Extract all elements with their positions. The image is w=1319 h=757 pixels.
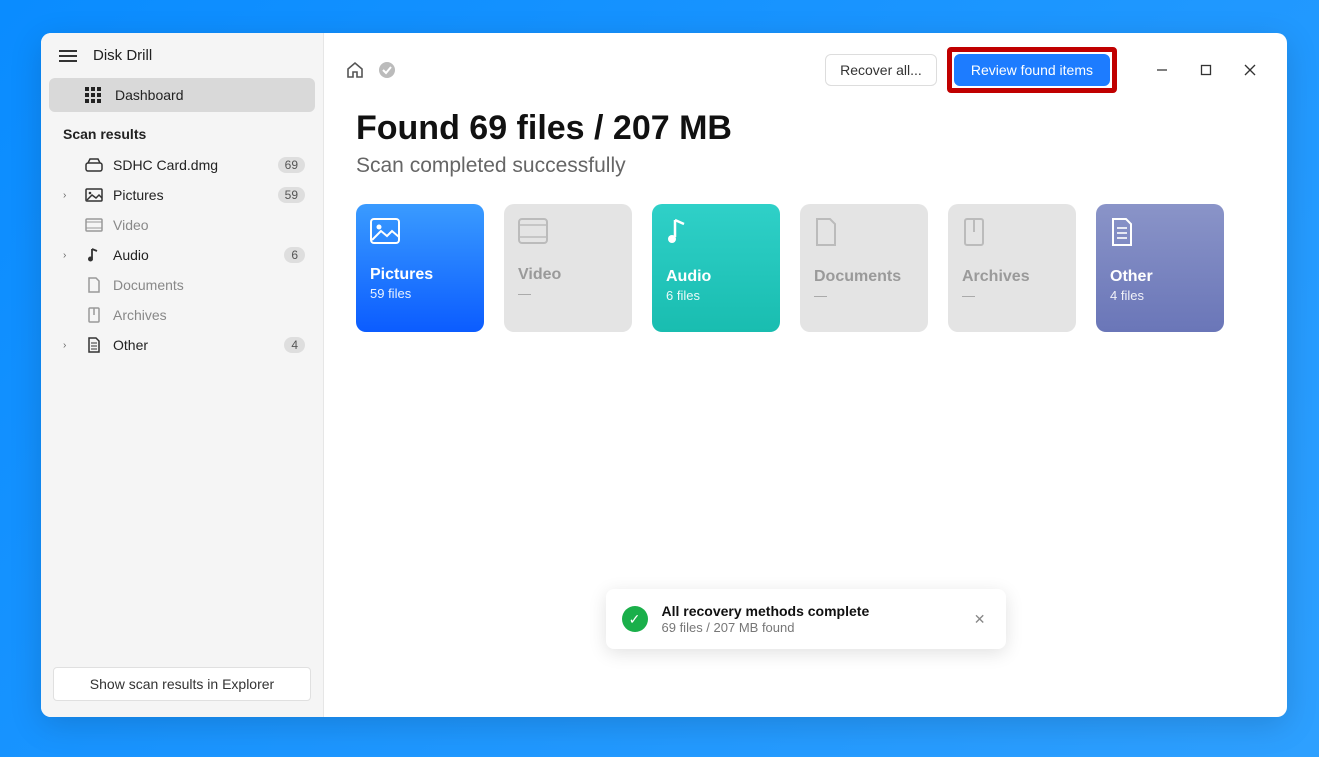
topbar: Recover all... Review found items bbox=[324, 33, 1287, 103]
tile-pictures[interactable]: Pictures 59 files bbox=[356, 204, 484, 332]
tile-label: Video bbox=[518, 266, 618, 284]
video-icon bbox=[518, 218, 618, 244]
tile-label: Documents bbox=[814, 268, 914, 286]
count-badge: 6 bbox=[284, 247, 305, 263]
music-icon bbox=[85, 247, 103, 263]
tile-audio[interactable]: Audio 6 files bbox=[652, 204, 780, 332]
results-heading: Found 69 files / 207 MB bbox=[356, 109, 1255, 148]
file-icon bbox=[1110, 218, 1210, 246]
toast-subtitle: 69 files / 207 MB found bbox=[662, 620, 956, 635]
tree-item-label: Archives bbox=[113, 307, 305, 323]
tree-item-pictures[interactable]: › Pictures 59 bbox=[41, 180, 323, 210]
tree-item-archives[interactable]: › Archives bbox=[41, 300, 323, 330]
music-icon bbox=[666, 218, 766, 246]
chevron-icon: › bbox=[63, 250, 75, 261]
dashboard-icon bbox=[85, 87, 101, 103]
tile-count: — bbox=[814, 288, 914, 303]
image-icon bbox=[370, 218, 470, 244]
tile-other[interactable]: Other 4 files bbox=[1096, 204, 1224, 332]
content: Found 69 files / 207 MB Scan completed s… bbox=[324, 103, 1287, 332]
tile-label: Pictures bbox=[370, 266, 470, 284]
tree-item-audio[interactable]: › Audio 6 bbox=[41, 240, 323, 270]
count-badge: 4 bbox=[284, 337, 305, 353]
tree-item-label: Documents bbox=[113, 277, 305, 293]
sidebar-header: Disk Drill bbox=[41, 33, 323, 78]
sidebar: Disk Drill Dashboard Scan results › SDHC… bbox=[41, 33, 324, 717]
sidebar-section-title: Scan results bbox=[41, 112, 323, 150]
annotation-highlight: Review found items bbox=[947, 47, 1117, 93]
count-badge: 59 bbox=[278, 187, 305, 203]
toast-close-button[interactable]: ✕ bbox=[970, 607, 990, 632]
tile-label: Archives bbox=[962, 268, 1062, 286]
tile-count: — bbox=[518, 286, 618, 301]
nav-dashboard-label: Dashboard bbox=[115, 87, 184, 103]
nav-dashboard[interactable]: Dashboard bbox=[49, 78, 315, 112]
video-icon bbox=[85, 218, 103, 232]
home-icon[interactable] bbox=[344, 59, 366, 81]
tree-item-label: Audio bbox=[113, 247, 274, 263]
app-window: Disk Drill Dashboard Scan results › SDHC… bbox=[41, 33, 1287, 717]
chevron-icon: › bbox=[63, 190, 75, 201]
tile-label: Audio bbox=[666, 268, 766, 286]
tile-count: 4 files bbox=[1110, 288, 1210, 303]
window-close-button[interactable] bbox=[1233, 56, 1267, 84]
document-icon bbox=[814, 218, 914, 246]
tile-archives: Archives — bbox=[948, 204, 1076, 332]
tree-item-label: SDHC Card.dmg bbox=[113, 157, 268, 173]
drive-icon bbox=[85, 158, 103, 172]
menu-icon[interactable] bbox=[59, 50, 77, 62]
tile-documents: Documents — bbox=[800, 204, 928, 332]
window-maximize-button[interactable] bbox=[1189, 56, 1223, 84]
document-icon bbox=[85, 277, 103, 293]
tile-count: 6 files bbox=[666, 288, 766, 303]
tree-item-video[interactable]: › Video bbox=[41, 210, 323, 240]
results-subheading: Scan completed successfully bbox=[356, 154, 1255, 178]
main-panel: Recover all... Review found items Found … bbox=[324, 33, 1287, 717]
tree-item-label: Video bbox=[113, 217, 305, 233]
tree-item-other[interactable]: › Other 4 bbox=[41, 330, 323, 360]
tree-item-documents[interactable]: › Documents bbox=[41, 270, 323, 300]
chevron-icon: › bbox=[63, 340, 75, 351]
window-minimize-button[interactable] bbox=[1145, 56, 1179, 84]
toast-message: All recovery methods complete 69 files /… bbox=[662, 603, 956, 635]
sidebar-footer: Show scan results in Explorer bbox=[41, 667, 323, 717]
tree-item-drive[interactable]: › SDHC Card.dmg 69 bbox=[41, 150, 323, 180]
completion-toast: ✓ All recovery methods complete 69 files… bbox=[606, 589, 1006, 649]
image-icon bbox=[85, 188, 103, 202]
file-icon bbox=[85, 337, 103, 353]
tile-count: 59 files bbox=[370, 286, 470, 301]
archive-icon bbox=[85, 307, 103, 323]
tile-count: — bbox=[962, 288, 1062, 303]
app-title: Disk Drill bbox=[93, 47, 152, 64]
check-badge-icon[interactable] bbox=[376, 59, 398, 81]
tree-item-label: Other bbox=[113, 337, 274, 353]
count-badge: 69 bbox=[278, 157, 305, 173]
category-tiles: Pictures 59 files Video — Audio 6 files … bbox=[356, 204, 1255, 332]
review-found-items-button[interactable]: Review found items bbox=[954, 54, 1110, 86]
tile-label: Other bbox=[1110, 268, 1210, 286]
toast-title: All recovery methods complete bbox=[662, 603, 956, 619]
archive-icon bbox=[962, 218, 1062, 246]
check-circle-icon: ✓ bbox=[622, 606, 648, 632]
show-in-explorer-button[interactable]: Show scan results in Explorer bbox=[53, 667, 311, 701]
tree-item-label: Pictures bbox=[113, 187, 268, 203]
recover-all-button[interactable]: Recover all... bbox=[825, 54, 937, 86]
tile-video: Video — bbox=[504, 204, 632, 332]
